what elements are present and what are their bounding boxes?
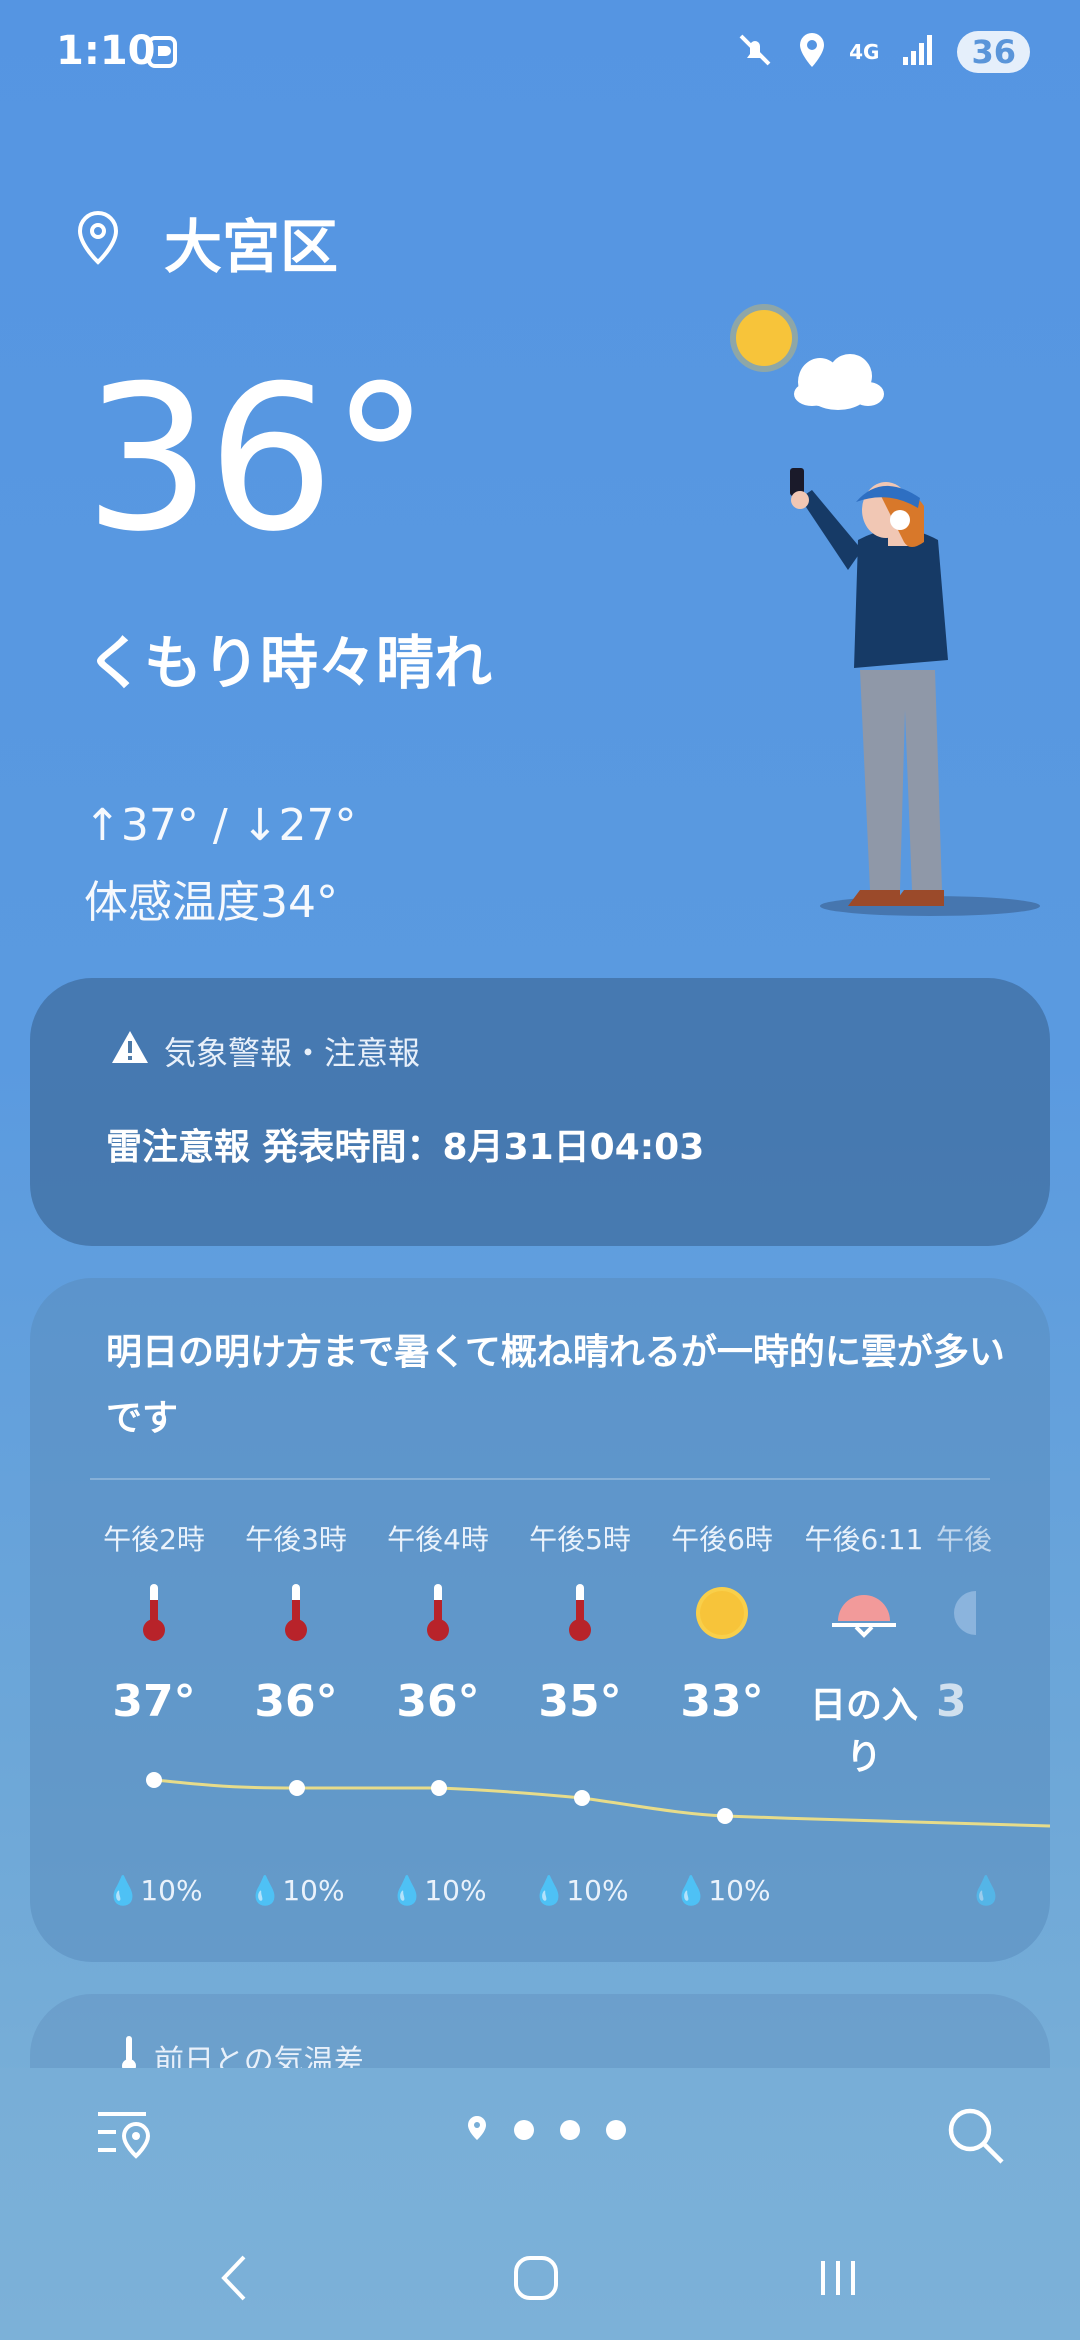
thermometer-hot-icon: [368, 1578, 508, 1648]
current-temperature: 36°: [84, 343, 430, 576]
hour-column: 午後6:11 日の入り: [794, 1518, 934, 1780]
thermometer-hot-icon: [226, 1578, 366, 1648]
raindrop-icon: 💧: [105, 1874, 141, 1907]
hour-temperature: 33°: [680, 1676, 764, 1727]
hour-column: 午後3時 36°: [226, 1518, 366, 1727]
4g-data-icon: 4G: [849, 40, 880, 64]
back-icon: [221, 2255, 246, 2301]
rain-chance: 💧10%: [105, 1874, 203, 1907]
hour-time: 午後2時: [103, 1523, 205, 1556]
page-dot: [560, 2120, 580, 2140]
rain-chance: 💧10%: [247, 1874, 345, 1907]
raindrop-icon: 💧: [247, 1874, 283, 1907]
location-list-button[interactable]: [94, 2104, 158, 2168]
hour-temperature: 35°: [538, 1676, 622, 1727]
temperature-graph: [146, 1772, 1050, 1828]
feels-like-temperature: 体感温度34°: [84, 877, 338, 928]
raindrop-icon: 💧: [531, 1874, 567, 1907]
recents-button[interactable]: [798, 2238, 878, 2318]
back-button[interactable]: [194, 2238, 274, 2318]
battery-icon: 36: [957, 31, 1030, 73]
location-name[interactable]: 大宮区: [164, 200, 338, 284]
recents-icon: [821, 2261, 855, 2295]
hourly-forecast-card[interactable]: 明日の明け方まで暑くて概ね晴れるが一時的に雲が多いです 午後2時 37° 午後3…: [30, 1278, 1050, 1962]
status-bar: 1:10 4G 36: [0, 0, 1080, 110]
raindrop-icon: 💧: [968, 1874, 1004, 1907]
hour-column: 午後2時 37°: [84, 1518, 224, 1727]
page-dot: [514, 2120, 534, 2140]
location-pin-icon: [76, 210, 120, 270]
hour-temperature: 37°: [112, 1676, 196, 1727]
sun-icon: [652, 1578, 792, 1648]
hour-time: 午後6:11: [804, 1523, 924, 1556]
graph-point: [146, 1772, 162, 1788]
weather-alert-card[interactable]: 気象警報・注意報 雷注意報 発表時間：8月31日04:03: [30, 978, 1050, 1246]
hour-temperature: 36°: [396, 1676, 480, 1727]
signal-icon: [901, 33, 935, 71]
weather-illustration: [730, 304, 1040, 916]
rain-chance: 💧10%: [389, 1874, 487, 1907]
graph-point: [289, 1780, 305, 1796]
search-icon: [948, 2108, 1004, 2164]
hour-temperature: 36°: [254, 1676, 338, 1727]
hour-time: 午後4時: [387, 1523, 489, 1556]
graph-point: [717, 1808, 733, 1824]
app-notification-icon: [146, 34, 182, 74]
page-dot: [606, 2120, 626, 2140]
location-list-icon: [98, 2112, 151, 2159]
hour-time: 午後5時: [529, 1523, 631, 1556]
alert-title: 気象警報・注意報: [164, 1034, 421, 1072]
hour-temperature: 3: [936, 1676, 967, 1727]
high-low-temperature: ↑37° / ↓27°: [84, 800, 357, 851]
hour-time: 午後: [936, 1523, 993, 1556]
page-indicator[interactable]: [466, 2114, 626, 2146]
divider: [90, 1478, 990, 1480]
hour-column: 午後4時 36°: [368, 1518, 508, 1727]
hour-time: 午後6時: [671, 1523, 773, 1556]
home-icon: [514, 2256, 558, 2300]
graph-point: [431, 1780, 447, 1796]
weather-condition: くもり時々晴れ: [86, 629, 493, 697]
raindrop-icon: 💧: [389, 1874, 425, 1907]
hour-column: 午後5時 35°: [510, 1518, 650, 1727]
mute-icon: [735, 30, 775, 74]
search-button[interactable]: [944, 2104, 1008, 2168]
thermometer-hot-icon: [84, 1578, 224, 1648]
location-icon: [797, 31, 827, 73]
bottom-bar: [0, 2068, 1080, 2340]
current-location-page-icon: [466, 2114, 488, 2146]
status-time: 1:10: [56, 28, 156, 74]
hour-column: 午後6時 33°: [652, 1518, 792, 1727]
hour-time: 午後3時: [245, 1523, 347, 1556]
rain-chance: 💧10%: [673, 1874, 771, 1907]
home-button[interactable]: [496, 2238, 576, 2318]
warning-icon: [110, 1029, 150, 1073]
forecast-summary: 明日の明け方まで暑くて概ね晴れるが一時的に雲が多いです: [106, 1332, 1005, 1439]
hour-column: 午後 3: [936, 1518, 1036, 1727]
graph-point: [574, 1790, 590, 1806]
moon-icon: [936, 1578, 1036, 1648]
rain-chance: 💧10%: [531, 1874, 629, 1907]
thermometer-hot-icon: [510, 1578, 650, 1648]
sunset-icon: [794, 1578, 934, 1648]
alert-body: 雷注意報 発表時間：8月31日04:03: [106, 1127, 705, 1168]
system-navigation-bar: [0, 2238, 1080, 2338]
raindrop-icon: 💧: [673, 1874, 709, 1907]
